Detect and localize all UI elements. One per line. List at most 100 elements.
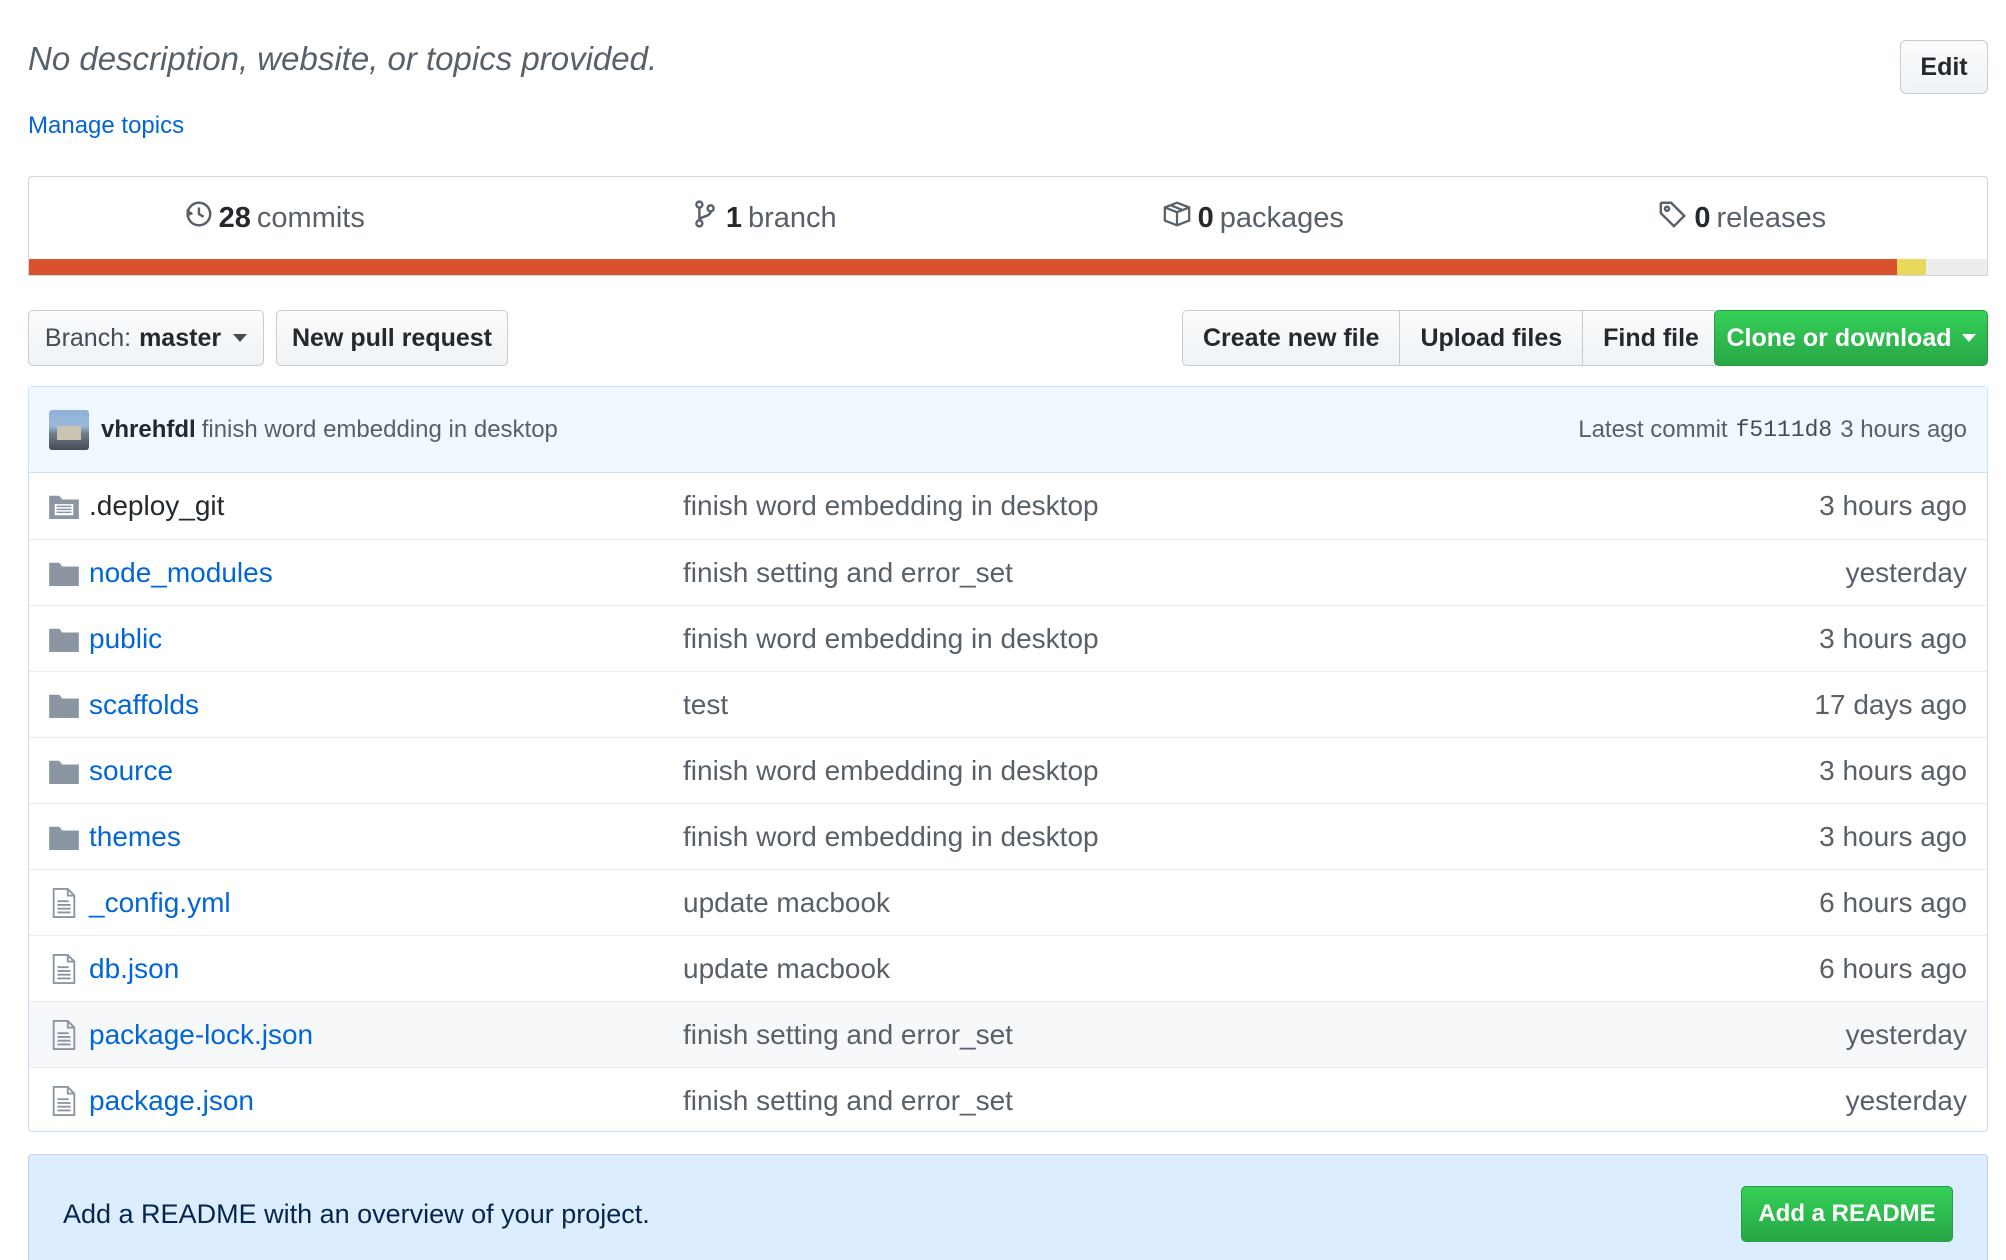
commit-sha[interactable]: f5111d8 [1736,417,1833,443]
file-name-link[interactable]: .deploy_git [89,490,683,522]
readme-prompt-text: Add a README with an overview of your pr… [63,1198,650,1229]
language-segment-other [1926,259,1987,275]
file-commit-message[interactable]: test [683,689,1814,721]
file-commit-message[interactable]: update macbook [683,887,1819,919]
releases-summary[interactable]: 0 releases [1498,177,1988,259]
file-name-link[interactable]: db.json [89,953,683,985]
package-icon [1162,199,1192,237]
language-segment-secondary [1896,259,1927,275]
file-row[interactable]: _config.yml update macbook 6 hours ago [29,869,1987,935]
branches-label: branch [747,201,837,234]
file-row[interactable]: node_modules finish setting and error_set… [29,539,1987,605]
file-list: .deploy_git finish word embedding in desk… [29,473,1987,1133]
file-icon [49,1019,79,1050]
file-commit-age: yesterday [1845,556,1967,588]
commits-label: commits [256,201,365,234]
file-name-link[interactable]: themes [89,821,683,853]
caret-down-icon [233,334,248,342]
folder-icon [49,756,79,786]
file-name-link[interactable]: node_modules [89,557,683,589]
releases-count: 0 [1694,201,1711,234]
file-icon [49,1085,79,1116]
find-file-button[interactable]: Find file [1583,311,1719,365]
avatar[interactable] [49,409,89,450]
file-browser: vhrehfdl finish word embedding in deskto… [28,386,1988,1132]
file-commit-age: 3 hours ago [1819,490,1967,521]
file-name-link[interactable]: source [89,755,683,787]
folder-icon [49,624,79,654]
repo-summary: 28 commits 1 branch 0 packages 0 release… [28,176,1988,276]
language-bar[interactable] [29,259,1987,275]
clone-label: Clone or download [1726,323,1952,352]
file-commit-message[interactable]: finish word embedding in desktop [683,490,1819,522]
file-name-link[interactable]: scaffolds [89,689,683,721]
folder-icon [49,822,79,852]
file-commit-age: 6 hours ago [1819,886,1967,918]
file-commit-message[interactable]: finish word embedding in desktop [683,821,1819,853]
branch-prefix: Branch: [44,323,132,352]
file-commit-message[interactable]: finish word embedding in desktop [683,623,1819,655]
add-readme-button[interactable]: Add a README [1741,1186,1953,1242]
file-icon [49,953,79,984]
file-commit-age: yesterday [1845,1084,1967,1116]
caret-down-icon [1961,334,1976,342]
file-commit-message[interactable]: update macbook [683,953,1819,985]
language-segment-primary [29,259,1897,275]
file-row[interactable]: themes finish word embedding in desktop 3 … [29,803,1987,869]
latest-commit-prefix: Latest commit [1578,415,1728,443]
file-row[interactable]: scaffolds test 17 days ago [29,671,1987,737]
edit-description-button[interactable]: Edit [1900,40,1988,94]
file-commit-age: 17 days ago [1814,688,1967,720]
file-name-link[interactable]: public [89,623,683,655]
file-name-link[interactable]: package.json [89,1085,683,1117]
file-actions-group: Create new file Upload files Find file [1182,310,1720,366]
file-commit-age: 3 hours ago [1819,820,1967,852]
latest-commit-bar: vhrehfdl finish word embedding in deskto… [29,387,1987,473]
file-commit-age: 3 hours ago [1819,622,1967,654]
folder-icon [49,690,79,720]
packages-label: packages [1219,201,1344,234]
file-row[interactable]: source finish word embedding in desktop 3 … [29,737,1987,803]
file-commit-age: 3 hours ago [1819,754,1967,786]
file-icon [49,887,79,918]
file-row[interactable]: package.json finish setting and error_set… [29,1067,1987,1133]
file-commit-message[interactable]: finish setting and error_set [683,1019,1846,1051]
clone-or-download-button[interactable]: Clone or download [1714,310,1988,366]
new-pull-request-button[interactable]: New pull request [276,310,508,366]
file-row[interactable]: package-lock.json finish setting and erro… [29,1001,1987,1067]
commit-meta: Latest commit f5111d8 3 hours ago [1578,416,1967,444]
file-commit-age: yesterday [1845,1018,1967,1050]
file-row[interactable]: db.json update macbook 6 hours ago [29,935,1987,1001]
commit-author[interactable]: vhrehfdl [101,416,196,444]
file-commit-message[interactable]: finish setting and error_set [683,1085,1846,1117]
file-row[interactable]: public finish word embedding in desktop 3 … [29,605,1987,671]
file-name-link[interactable]: package-lock.json [89,1019,683,1051]
history-icon [183,199,213,237]
packages-summary[interactable]: 0 packages [1008,177,1498,259]
create-new-file-button[interactable]: Create new file [1183,311,1401,365]
commits-summary[interactable]: 28 commits [29,177,519,259]
commit-age: 3 hours ago [1840,415,1967,443]
file-commit-message[interactable]: finish word embedding in desktop [683,755,1819,787]
folder-icon [49,558,79,588]
file-commit-age: 6 hours ago [1819,952,1967,984]
branches-summary[interactable]: 1 branch [519,177,1009,259]
file-row[interactable]: .deploy_git finish word embedding in desk… [29,473,1987,539]
repository-page: No description, website, or topics provi… [0,0,2006,1260]
commit-message[interactable]: finish word embedding in desktop [202,416,558,444]
branches-count: 1 [725,201,742,234]
manage-topics-link[interactable]: Manage topics [28,112,184,140]
file-name-link[interactable]: _config.yml [89,887,683,919]
tag-icon [1658,199,1688,237]
repo-description: No description, website, or topics provi… [28,40,658,77]
commits-count: 28 [218,201,251,234]
branch-name: master [139,323,222,352]
submodule-folder-icon [49,491,79,521]
file-commit-message[interactable]: finish setting and error_set [683,557,1846,589]
git-branch-icon [690,199,720,237]
releases-label: releases [1716,201,1827,234]
readme-prompt: Add a README with an overview of your pr… [28,1154,1988,1260]
upload-files-button[interactable]: Upload files [1400,311,1584,365]
packages-count: 0 [1197,201,1214,234]
branch-select-button[interactable]: Branch: master [28,310,264,366]
